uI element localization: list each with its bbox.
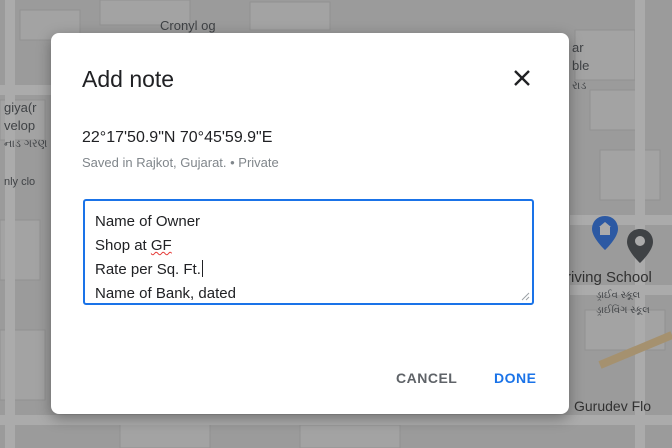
text-caret [201, 260, 203, 277]
add-note-dialog: Add note 22°17'50.9"N 70°45'59.9"E Saved… [51, 33, 569, 414]
dialog-title: Add note [82, 66, 175, 92]
note-line-1: Name of Owner [95, 213, 201, 230]
note-textarea[interactable]: Name of Owner Shop at GF Rate per Sq. Ft… [83, 199, 534, 305]
note-line-4: Name of Bank, dated [95, 285, 236, 302]
close-icon[interactable] [506, 62, 538, 94]
note-line-2: Shop at GF [95, 234, 522, 258]
misspelled-word: GF [150, 237, 172, 254]
cancel-button[interactable]: CANCEL [396, 370, 457, 386]
saved-location-text: Saved in Rajkot, Gujarat. • Private [82, 155, 279, 170]
note-line-3-text: Rate per Sq. Ft. [95, 261, 201, 278]
note-line-2-prefix: Shop at [95, 237, 151, 254]
note-line-3: Rate per Sq. Ft. [95, 258, 522, 282]
coordinates-text: 22°17'50.9"N 70°45'59.9"E [82, 129, 273, 146]
done-button[interactable]: DONE [494, 370, 536, 386]
resize-grip-icon[interactable] [520, 291, 530, 301]
